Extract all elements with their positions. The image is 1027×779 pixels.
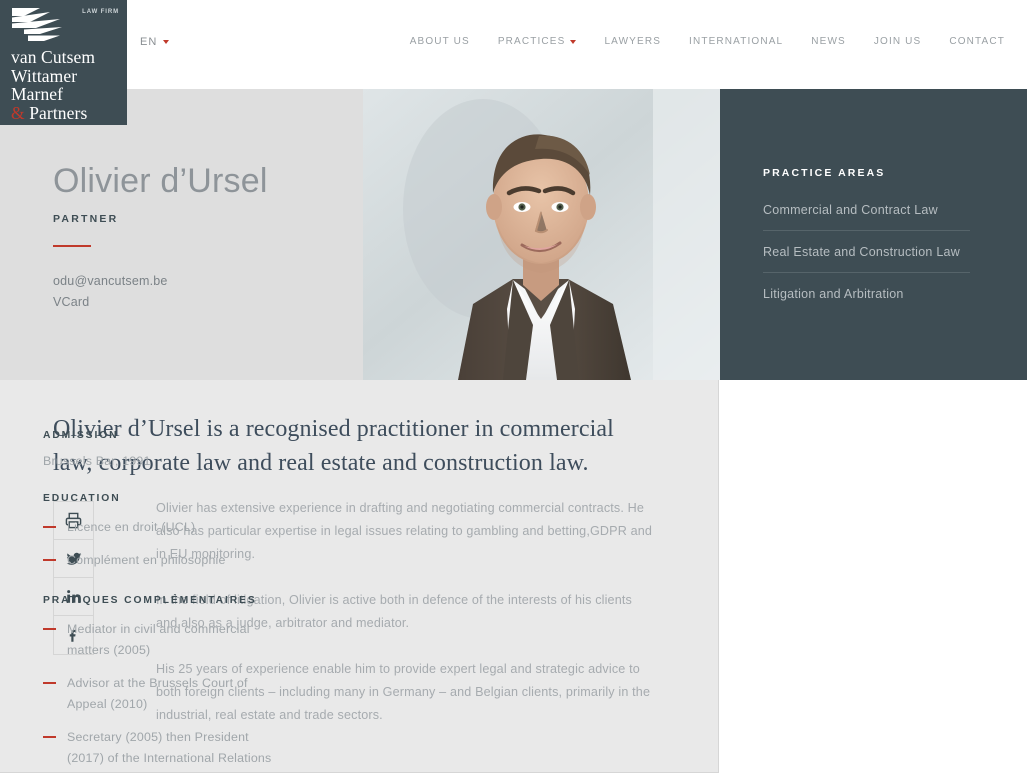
pratiques-item: Advisor at the Brussels Court of Appeal … [43, 673, 288, 715]
nav-label: NEWS [811, 36, 846, 47]
logo-tagline: LAW FIRM [82, 9, 119, 15]
pratiques-group: PRATIQUES COMPLÉMENTAIRES Mediator in ci… [43, 595, 288, 779]
chevron-down-icon [163, 40, 170, 44]
page-root: EN ABOUT US PRACTICES LAWYERS INTERNATIO… [0, 0, 1027, 779]
education-title: EDUCATION [43, 493, 121, 504]
education-item-label: Complément en philosophie [67, 553, 226, 567]
logo-line-4: & Partners [11, 102, 95, 123]
nav-item-contact[interactable]: CONTACT [935, 36, 1005, 47]
pratiques-title: PRATIQUES COMPLÉMENTAIRES [43, 595, 257, 606]
nav-label: ABOUT US [409, 36, 470, 47]
content-bottom-divider [0, 772, 719, 779]
nav-label: PRACTICES [497, 36, 566, 47]
lawyer-contact-links: odu@vancutsem.be VCard [53, 271, 353, 313]
logo-line-2: Wittamer [11, 65, 78, 86]
education-item: Complément en philosophie [43, 550, 288, 571]
chevron-down-icon [570, 39, 577, 44]
nav-item-lawyers[interactable]: LAWYERS [590, 36, 675, 47]
hero-section: Olivier d’Ursel PARTNER odu@vancutsem.be… [0, 89, 1027, 380]
practice-areas-panel: PRACTICE AREAS Commercial and Contract L… [763, 167, 970, 301]
page-title: Olivier d’Ursel [53, 162, 268, 200]
accent-divider [53, 245, 91, 247]
logo-line-4-text: Partners [29, 102, 88, 123]
admission-group: ADMISSION Brussels Bar, 1991 [43, 430, 288, 468]
nav-label: CONTACT [949, 36, 1005, 47]
logo-line-1: van Cutsem [11, 47, 96, 67]
practice-area-item[interactable]: Real Estate and Construction Law [763, 245, 970, 273]
logo-ampersand: & [11, 102, 25, 123]
main-navigation: ABOUT US PRACTICES LAWYERS INTERNATIONAL… [396, 36, 1005, 47]
nav-item-about-us[interactable]: ABOUT US [396, 36, 484, 47]
pratiques-item: Mediator in civil and commercial matters… [43, 619, 288, 661]
admission-value: Brussels Bar, 1991 [43, 454, 151, 468]
nav-label: JOIN US [873, 36, 922, 47]
pratiques-item-label: Mediator in civil and commercial matters… [67, 622, 250, 657]
site-header: EN ABOUT US PRACTICES LAWYERS INTERNATIO… [0, 0, 1027, 89]
nav-item-practices[interactable]: PRACTICES [484, 36, 591, 47]
email-link[interactable]: odu@vancutsem.be [53, 271, 353, 292]
education-group: EDUCATION Licence en droit (UCL) Complém… [43, 493, 288, 571]
education-item-label: Licence en droit (UCL) [67, 520, 196, 534]
pratiques-item-label: Advisor at the Brussels Court of Appeal … [67, 676, 248, 711]
content-section: Olivier d’Ursel is a recognised practiti… [0, 380, 1027, 779]
language-current-label: EN [140, 36, 158, 48]
language-switcher[interactable]: EN [140, 36, 170, 48]
lawyer-identity-block: Olivier d’Ursel PARTNER odu@vancutsem.be… [53, 161, 353, 313]
dash-bullet-icon [43, 682, 56, 684]
lawyer-portrait-photo [363, 89, 720, 380]
nav-label: INTERNATIONAL [689, 36, 784, 47]
logo-wordmark: van Cutsem Wittamer Marnef & Partners [11, 48, 95, 122]
nav-item-international[interactable]: INTERNATIONAL [675, 36, 797, 47]
firm-emblem-icon [12, 8, 62, 41]
admission-title: ADMISSION [43, 430, 119, 441]
practice-areas-title: PRACTICE AREAS [763, 167, 886, 179]
lawyer-info-panel: ADMISSION Brussels Bar, 1991 EDUCATION L… [43, 430, 288, 779]
practice-area-item[interactable]: Litigation and Arbitration [763, 287, 970, 301]
portrait-illustration [363, 89, 720, 380]
dash-bullet-icon [43, 559, 56, 561]
dash-bullet-icon [43, 628, 56, 630]
lawyer-role: PARTNER [53, 213, 119, 225]
dash-bullet-icon [43, 526, 56, 528]
vcard-link[interactable]: VCard [53, 292, 353, 313]
practice-area-item[interactable]: Commercial and Contract Law [763, 203, 970, 231]
content-sidebar-column [720, 380, 1027, 779]
nav-item-join-us[interactable]: JOIN US [860, 36, 936, 47]
logo-line-3: Marnef [11, 84, 64, 104]
nav-label: LAWYERS [604, 36, 662, 47]
site-logo[interactable]: LAW FIRM van Cutsem Wittamer Marnef & Pa… [0, 0, 127, 125]
nav-item-news[interactable]: NEWS [797, 36, 860, 47]
dash-bullet-icon [43, 736, 56, 738]
education-item: Licence en droit (UCL) [43, 517, 288, 538]
